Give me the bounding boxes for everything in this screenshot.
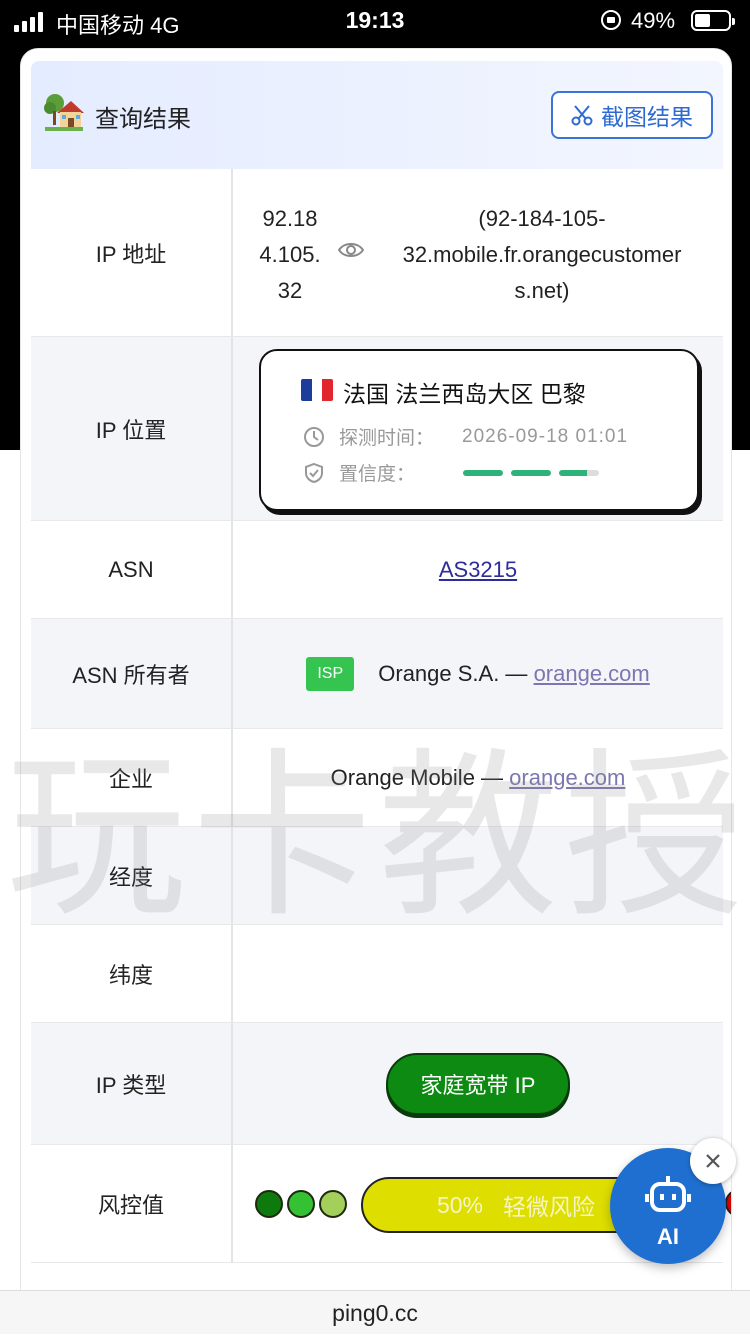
ip-address-cell: 92.18 4.105. 32 (92-184-105- 32.mobile.f…: [233, 169, 723, 336]
row-label: 风控值: [31, 1145, 233, 1262]
row-label: ASN: [31, 521, 233, 618]
clock-icon: [304, 426, 324, 447]
row-label: IP 位置: [31, 337, 233, 520]
organization-name: Orange Mobile —: [330, 764, 504, 790]
asn-owner-name: Orange S.A. —: [378, 660, 528, 686]
capture-result-button[interactable]: 截图结果: [551, 91, 713, 139]
battery-icon: [691, 10, 735, 31]
capture-result-label: 截图结果: [601, 104, 693, 130]
row-label: 纬度: [31, 925, 233, 1022]
row-asn: ASN AS3215: [31, 521, 723, 619]
location-name: 法国 法兰西岛大区 巴黎: [343, 381, 586, 407]
asn-cell: AS3215: [233, 521, 723, 618]
risk-percent: 50%: [436, 1191, 484, 1218]
battery-percent: 49%: [631, 8, 676, 33]
shield-check-icon: [305, 462, 323, 483]
page-title: 查询结果: [95, 106, 191, 133]
result-card: 查询结果 截图结果 IP 地址 92.18 4.105. 32 (92-184-…: [20, 48, 732, 1308]
ip-type-cell: 家庭宽带 IP: [233, 1023, 723, 1144]
risk-dot: [255, 1190, 283, 1218]
browser-url-bar[interactable]: ping0.cc: [0, 1290, 750, 1334]
risk-level: 轻微风险: [503, 1194, 596, 1220]
asn-owner-cell: ISP Orange S.A. — orange.com: [233, 619, 723, 728]
rotation-lock-icon: [601, 10, 621, 30]
asn-link[interactable]: AS3215: [439, 557, 517, 583]
row-label: IP 地址: [31, 169, 233, 336]
ip-type-badge: 家庭宽带 IP: [386, 1052, 570, 1115]
asn-owner-domain-link[interactable]: orange.com: [534, 661, 650, 687]
reverse-dns-value: (92-184-105- 32.mobile.fr.orangecustomer…: [402, 206, 682, 303]
probe-time-value: 2026-09-18 01:01: [462, 425, 629, 447]
row-asn-owner: ASN 所有者 ISP Orange S.A. — orange.com: [31, 619, 723, 729]
row-organization: 企业 Orange Mobile — orange.com: [31, 729, 723, 827]
risk-dot: [319, 1190, 347, 1218]
robot-icon: [645, 1176, 691, 1212]
probe-time-row: 探测时间： 2026-09-18 01:01: [303, 423, 628, 450]
organization-cell: Orange Mobile — orange.com: [233, 729, 723, 826]
ai-button-label: AI: [657, 1224, 679, 1249]
row-label: IP 类型: [31, 1023, 233, 1144]
risk-dot: [287, 1190, 315, 1218]
row-label: 经度: [31, 827, 233, 924]
eye-icon[interactable]: [337, 241, 365, 259]
row-latitude: 纬度: [31, 925, 723, 1023]
confidence-row: 置信度：: [303, 459, 600, 486]
close-ai-button[interactable]: [690, 1138, 736, 1184]
row-label: ASN 所有者: [31, 619, 233, 728]
confidence-label: 置信度：: [339, 464, 416, 485]
row-ip-type: IP 类型 家庭宽带 IP: [31, 1023, 723, 1145]
confidence-meter: [463, 469, 600, 476]
scissors-icon: [571, 105, 593, 126]
ip-address-value[interactable]: 92.18 4.105. 32: [255, 201, 325, 309]
organization-domain-link[interactable]: orange.com: [509, 765, 625, 791]
row-ip-address: IP 地址 92.18 4.105. 32 (92-184-105- 32.mo…: [31, 169, 723, 337]
url-domain: ping0.cc: [332, 1300, 418, 1326]
isp-badge: ISP: [306, 656, 355, 691]
house-icon: [44, 94, 84, 131]
row-ip-location: IP 位置 法国 法兰西岛大区 巴黎 探测时间： 2026-09-18 01:0…: [31, 337, 723, 521]
close-icon: [706, 1154, 720, 1168]
ip-location-cell: 法国 法兰西岛大区 巴黎 探测时间： 2026-09-18 01:01 置信度：: [233, 337, 723, 520]
row-label: 企业: [31, 729, 233, 826]
risk-dots: [255, 1190, 347, 1218]
result-table: IP 地址 92.18 4.105. 32 (92-184-105- 32.mo…: [31, 169, 731, 1263]
risk-dot-red: [725, 1189, 731, 1217]
row-longitude: 经度: [31, 827, 723, 925]
result-header: 查询结果 截图结果: [31, 61, 723, 169]
france-flag-icon: [301, 379, 333, 401]
location-card: 法国 法兰西岛大区 巴黎 探测时间： 2026-09-18 01:01 置信度：: [259, 349, 699, 511]
longitude-value: [233, 827, 723, 924]
probe-time-label: 探测时间：: [339, 428, 435, 449]
status-bar: 中国移动 4G 19:13 49%: [0, 0, 750, 44]
latitude-value: [233, 925, 723, 1022]
